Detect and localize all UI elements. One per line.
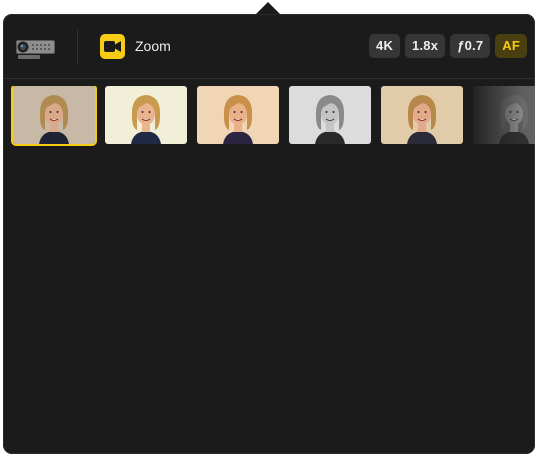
header-separator	[77, 30, 78, 64]
filter-thumb-mono[interactable]	[289, 86, 371, 144]
filter-thumb-dark-fade[interactable]	[473, 86, 535, 144]
camera-popover: Zoom 4K 1.8x ƒ0.7 AF	[3, 14, 535, 454]
filter-thumb-soft[interactable]	[381, 86, 463, 144]
portrait-image	[381, 86, 463, 144]
filter-strip	[11, 86, 535, 146]
filter-thumb-natural[interactable]	[13, 86, 95, 144]
portrait-image	[289, 86, 371, 144]
portrait-image	[473, 86, 535, 144]
video-camera-icon	[100, 34, 125, 59]
filter-thumb-warm[interactable]	[197, 86, 279, 144]
camera-settings-badges: 4K 1.8x ƒ0.7 AF	[369, 34, 527, 58]
portrait-image	[105, 86, 187, 144]
portrait-image	[13, 86, 95, 144]
app-name: Zoom	[135, 38, 171, 54]
header-divider	[3, 78, 535, 79]
zoom-level-badge[interactable]: 1.8x	[405, 34, 446, 58]
autofocus-badge[interactable]: AF	[495, 34, 527, 58]
aperture-badge[interactable]: ƒ0.7	[450, 34, 491, 58]
resolution-badge[interactable]: 4K	[369, 34, 401, 58]
filter-thumb-bright[interactable]	[105, 86, 187, 144]
webcam-device-icon[interactable]	[15, 36, 57, 62]
portrait-image	[197, 86, 279, 144]
popover-header: Zoom 4K 1.8x ƒ0.7 AF	[3, 14, 535, 78]
